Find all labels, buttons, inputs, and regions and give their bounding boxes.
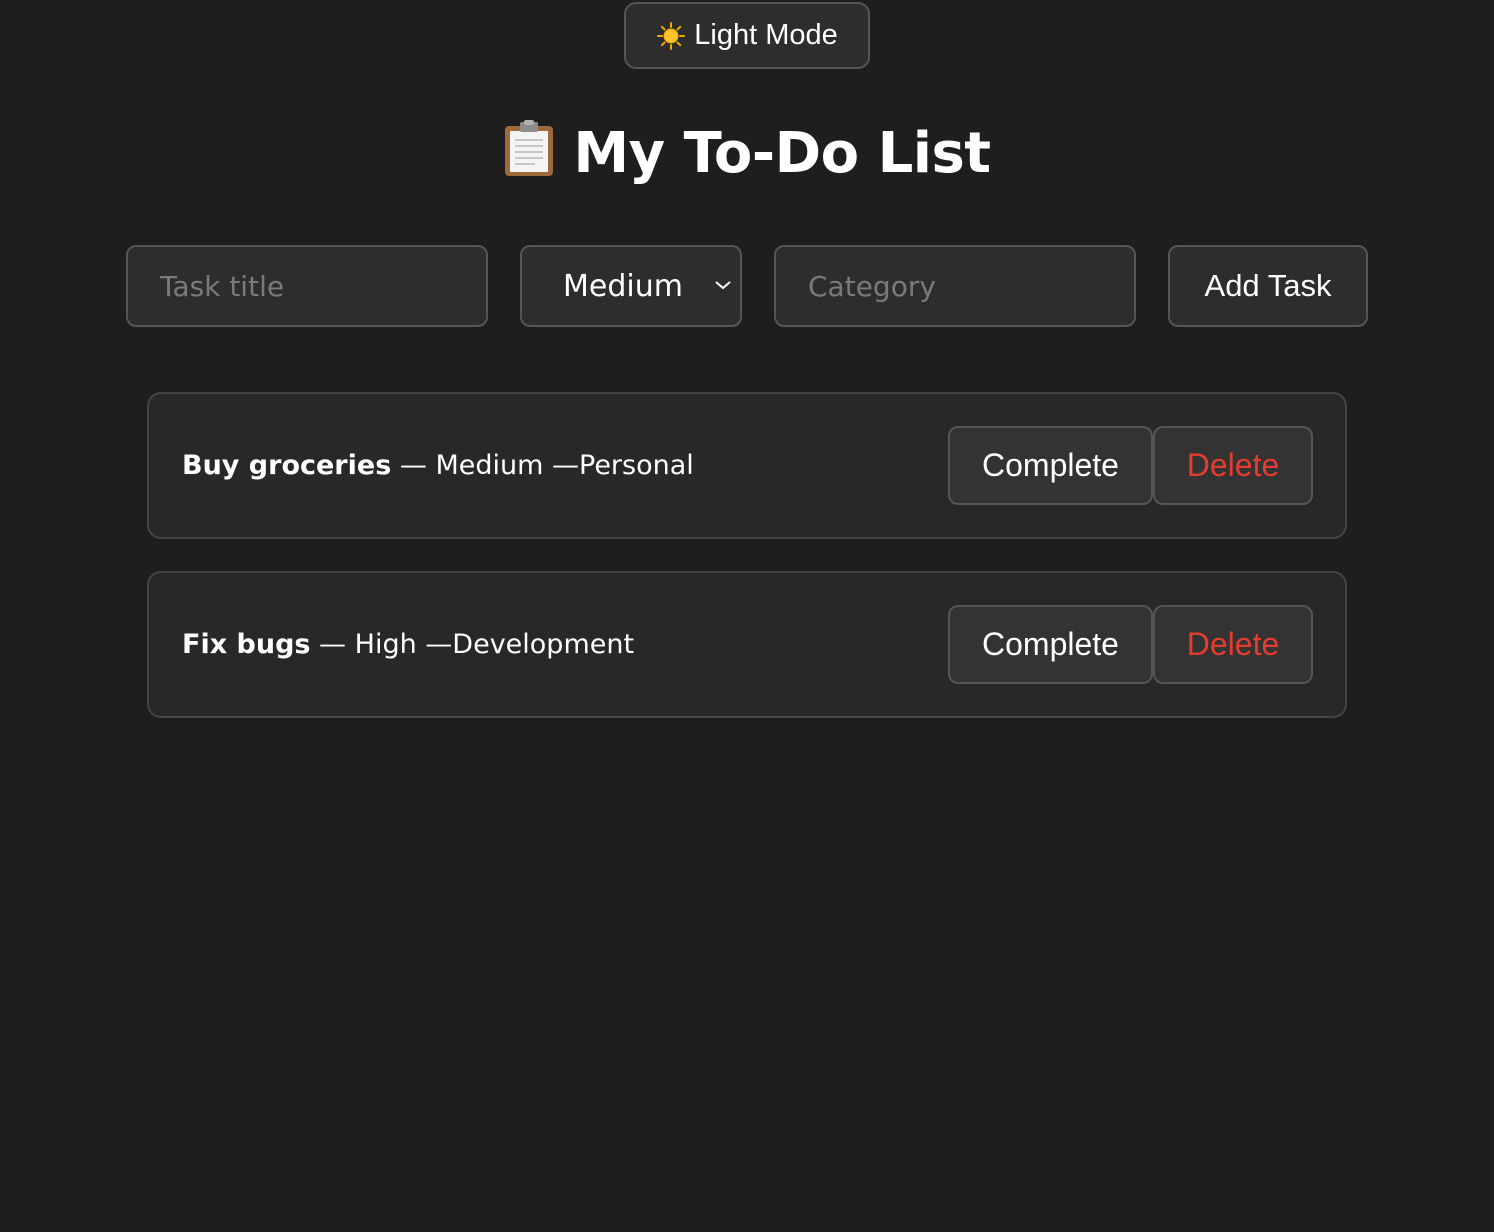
task-category: Development — [452, 629, 635, 660]
task-title: Fix bugs — [182, 629, 311, 660]
clipboard-icon — [505, 120, 554, 176]
task-priority: High — [354, 629, 417, 660]
chevron-down-icon — [715, 281, 731, 290]
delete-button[interactable]: Delete — [1153, 605, 1313, 684]
complete-button[interactable]: Complete — [948, 605, 1153, 684]
task-text: Fix bugs — High — Development — [182, 629, 635, 660]
task-item: Buy groceries — Medium — Personal Complet… — [147, 392, 1347, 539]
task-category: Personal — [579, 450, 694, 481]
theme-toggle-button[interactable]: Light Mode — [624, 2, 870, 69]
priority-select[interactable]: Medium — [520, 245, 742, 327]
task-title: Buy groceries — [182, 450, 392, 481]
theme-toggle-label: Light Mode — [694, 19, 838, 51]
todo-app: Light Mode My To-Do List Medium Add Task… — [0, 0, 1494, 1232]
task-item: Fix bugs — High — Development Complete De… — [147, 571, 1347, 718]
task-priority: Medium — [435, 450, 544, 481]
sun-icon — [657, 21, 686, 50]
page-title: My To-Do List — [0, 118, 1494, 190]
category-input[interactable] — [774, 245, 1136, 327]
delete-button[interactable]: Delete — [1153, 426, 1313, 505]
add-task-button[interactable]: Add Task — [1168, 245, 1368, 327]
complete-button[interactable]: Complete — [948, 426, 1153, 505]
task-text: Buy groceries — Medium — Personal — [182, 450, 694, 481]
priority-selected-value: Medium — [563, 268, 683, 304]
page-title-text: My To-Do List — [573, 121, 991, 186]
task-title-input[interactable] — [126, 245, 488, 327]
